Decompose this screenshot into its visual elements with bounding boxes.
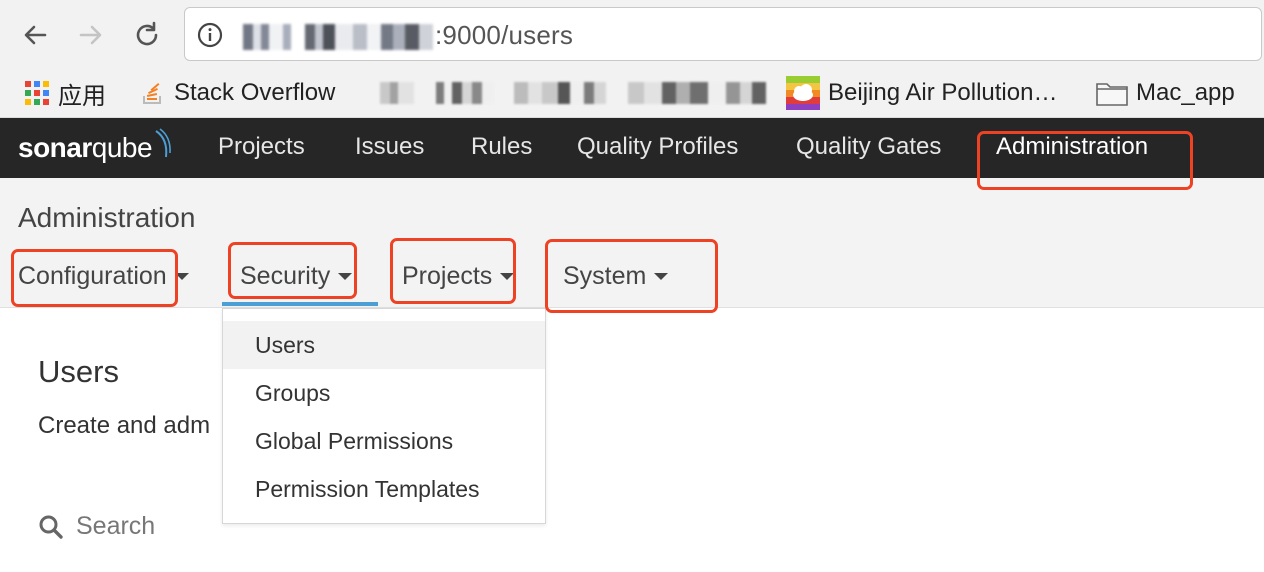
bookmark-redacted-1[interactable] [380,82,414,104]
search-placeholder: Search [76,512,156,540]
bookmark-mac-app[interactable]: Mac_app [1096,70,1235,116]
tab-projects-label: Projects [402,261,493,290]
bookmark-beijing-label: Beijing Air Pollution… [828,79,1058,106]
menu-item-users[interactable]: Users [223,321,545,369]
caret-down-icon [500,272,515,280]
caret-down-icon [654,272,669,280]
bookmark-redacted-3[interactable] [514,82,606,104]
colorful-cloud-icon [786,76,820,110]
bookmark-redacted-4[interactable] [628,82,766,104]
security-dropdown-menu: Users Groups Global Permissions Permissi… [222,308,546,524]
tab-configuration[interactable]: Configuration [18,256,189,296]
tab-configuration-label: Configuration [18,261,167,290]
caret-down-icon [338,272,353,280]
nav-issues[interactable]: Issues [355,118,424,178]
bookmark-redacted-2[interactable] [436,82,494,104]
url-text: :9000/users [243,20,573,51]
menu-item-global-permissions[interactable]: Global Permissions [223,417,545,465]
search-icon [39,515,63,539]
apps-grid-icon [25,81,49,105]
page-title-users: Users [38,354,119,389]
stackoverflow-icon [143,83,161,104]
bookmark-mac-app-label: Mac_app [1136,79,1235,106]
address-bar[interactable]: :9000/users [184,7,1262,61]
nav-quality-gates[interactable]: Quality Gates [796,118,941,178]
nav-projects[interactable]: Projects [218,118,305,178]
logo-text-sonar: sonar [18,132,92,163]
back-arrow-icon [24,25,47,45]
sonar-waves-icon [155,128,171,158]
search-input[interactable]: Search [38,512,155,541]
bookmark-beijing-air[interactable]: Beijing Air Pollution… [786,70,1057,116]
bookmarks-bar: 应用 Stack Overflow Beijing Air Pollution…… [0,70,1264,118]
page-description: Create and adm [38,412,211,439]
url-suffix: :9000/users [435,20,574,50]
page-title-administration: Administration [18,202,196,233]
folder-icon [1096,83,1128,106]
nav-rules[interactable]: Rules [471,118,532,178]
tab-system-label: System [563,261,647,290]
reload-icon [136,21,158,46]
tab-projects[interactable]: Projects [402,256,515,296]
caret-down-icon [174,272,189,280]
forward-button[interactable] [74,18,108,52]
reload-button[interactable] [130,18,164,52]
nav-administration[interactable]: Administration [996,118,1148,178]
admin-header: Administration Configuration Security Pr… [0,178,1264,308]
forward-arrow-icon [79,25,102,45]
bookmark-apps-label: 应用 [58,82,106,110]
nav-quality-profiles[interactable]: Quality Profiles [577,118,738,178]
tab-security[interactable]: Security [240,256,353,296]
sonarqube-logo[interactable]: sonar qube [18,128,172,164]
back-button[interactable] [18,18,52,52]
menu-item-permission-templates[interactable]: Permission Templates [223,465,545,513]
tab-security-label: Security [240,261,331,290]
info-icon[interactable] [197,22,223,48]
active-tab-indicator [222,302,378,306]
menu-item-groups[interactable]: Groups [223,369,545,417]
bookmark-stackoverflow-label: Stack Overflow [174,79,336,106]
sonarqube-navbar: sonar qube Projects Issues Rules Quality … [0,118,1264,178]
bookmark-stackoverflow[interactable]: Stack Overflow [140,70,335,116]
redacted-host [243,24,433,51]
bookmark-apps[interactable]: 应用 [24,70,106,116]
logo-text-qube: qube [91,132,153,163]
tab-system[interactable]: System [563,256,669,296]
browser-toolbar: :9000/users [0,0,1264,70]
